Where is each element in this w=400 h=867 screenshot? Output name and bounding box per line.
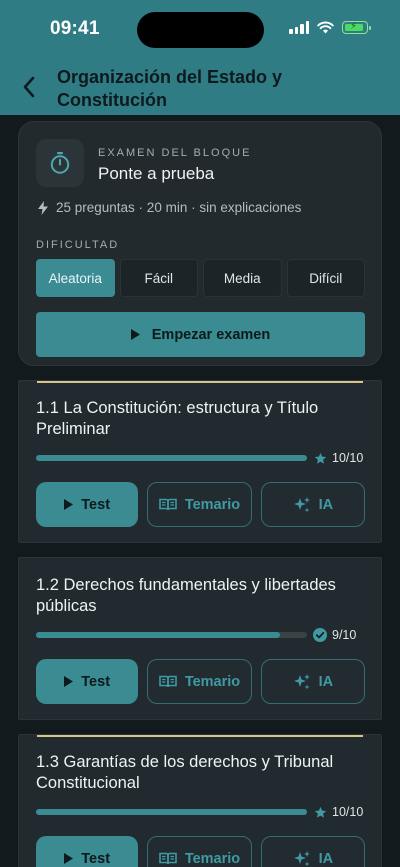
exam-title: Ponte a prueba [98,164,215,183]
ai-button[interactable]: IA [260,836,365,867]
star-icon [313,805,327,819]
topic-progress-bar [36,455,307,461]
wifi-icon [317,21,334,34]
ai-button-label: IA [318,496,334,513]
difficulty-label: DIFICULTAD [36,239,120,251]
sparkles-icon [293,673,310,689]
syllabus-button[interactable]: Temario [147,482,252,527]
topic-progress-bar [36,809,307,815]
test-button-label: Test [81,850,111,867]
topic-progress-fill [36,455,307,461]
topic-accent-bar [37,735,363,737]
check-circle-icon [313,628,327,642]
status-icons: ⚡ [289,21,371,34]
battery-icon: ⚡ [342,21,371,34]
block-exam-card: EXAMEN DEL BLOQUE Ponte a prueba 25 preg… [18,121,382,366]
sparkles-icon [293,496,310,512]
difficulty-option-media[interactable]: Media [203,259,282,297]
play-icon [64,676,74,687]
ai-button[interactable]: IA [260,659,365,704]
cellular-signal-icon [289,21,309,34]
exam-icon-box [36,139,84,187]
ai-button[interactable]: IA [260,482,365,527]
ai-button-label: IA [318,850,334,867]
syllabus-button[interactable]: Temario [147,659,252,704]
stopwatch-icon [50,152,70,174]
test-button-label: Test [81,496,111,513]
topic-title[interactable]: 1.2 Derechos fundamentales y libertades … [36,575,366,617]
topic-progress-fill [36,632,280,638]
syllabus-button[interactable]: Temario [147,836,252,867]
topic-progress-count: 10/10 [332,805,364,819]
start-exam-label: Empezar examen [151,326,271,343]
play-icon [130,329,140,340]
start-exam-button[interactable]: Empezar examen [36,312,365,357]
main-content: EXAMEN DEL BLOQUE Ponte a prueba 25 preg… [0,115,400,867]
difficulty-option-aleatoria[interactable]: Aleatoria [36,259,115,297]
back-button[interactable] [18,72,40,102]
star-icon [313,451,327,465]
topic-accent-bar [37,381,363,383]
status-time: 09:41 [50,18,100,39]
bolt-icon [38,200,48,215]
syllabus-button-label: Temario [184,496,241,513]
play-icon [64,853,74,864]
topic-card: 1.2 Derechos fundamentales y libertades … [18,557,382,720]
difficulty-option-dificil[interactable]: Difícil [286,259,365,297]
topic-title[interactable]: 1.3 Garantías de los derechos y Tribunal… [36,752,366,794]
topic-actions: Test Temario IA [36,659,365,704]
exam-meta: 25 preguntas · 20 min · sin explicacione… [38,200,301,215]
ai-button-label: IA [318,673,334,690]
status-bar: 09:41 ⚡ [0,0,400,60]
book-icon [159,675,177,688]
topic-progress-count: 10/10 [332,451,364,465]
topic-progress-count: 9/10 [332,628,357,642]
topic-actions: Test Temario IA [36,836,365,867]
play-icon [64,499,74,510]
syllabus-button-label: Temario [184,673,241,690]
topic-actions: Test Temario IA [36,482,365,527]
exam-kicker: EXAMEN DEL BLOQUE [98,147,252,159]
book-icon [159,498,177,511]
topic-progress-bar [36,632,307,638]
topic-progress-fill [36,809,307,815]
test-button[interactable]: Test [36,482,139,527]
exam-meta-text: 25 preguntas · 20 min · sin explicacione… [56,200,302,215]
difficulty-option-facil[interactable]: Fácil [119,259,198,297]
test-button[interactable]: Test [36,659,139,704]
topic-card: 1.3 Garantías de los derechos y Tribunal… [18,734,382,867]
syllabus-button-label: Temario [184,850,241,867]
chevron-left-icon [23,76,35,98]
dynamic-island [137,12,264,48]
top-bar: 09:41 ⚡ Organización del Estado y Consti… [0,0,400,115]
page-title: Organización del Estado y Constitución [57,67,283,110]
topic-title[interactable]: 1.1 La Constitución: estructura y Título… [36,398,366,440]
topic-card: 1.1 La Constitución: estructura y Título… [18,380,382,543]
test-button-label: Test [81,673,111,690]
book-icon [159,852,177,865]
sparkles-icon [293,850,310,866]
test-button[interactable]: Test [36,836,139,867]
difficulty-selector: Aleatoria Fácil Media Difícil [36,259,365,297]
